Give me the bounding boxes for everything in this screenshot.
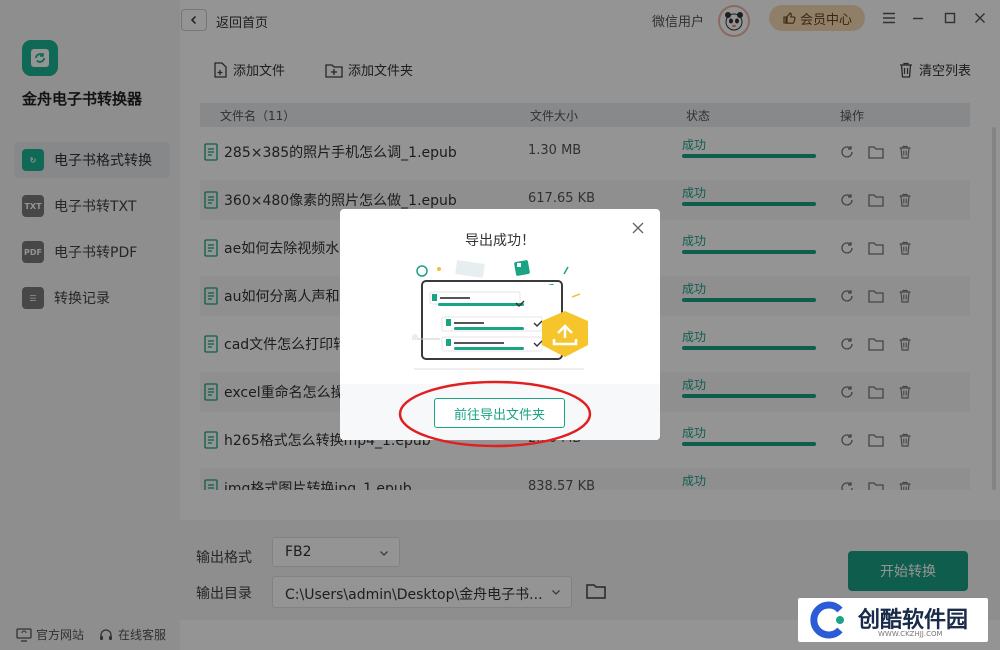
watermark: 创酷软件园 WWW.CKZHJJ.COM bbox=[798, 598, 988, 642]
highlight-ring bbox=[398, 380, 592, 448]
close-icon bbox=[632, 222, 644, 234]
export-success-illustration bbox=[412, 260, 588, 370]
watermark-url: WWW.CKZHJJ.COM bbox=[878, 630, 943, 638]
dialog-title: 导出成功！ bbox=[465, 233, 535, 249]
watermark-logo-icon bbox=[810, 601, 844, 639]
dialog-close-button[interactable] bbox=[631, 221, 645, 239]
